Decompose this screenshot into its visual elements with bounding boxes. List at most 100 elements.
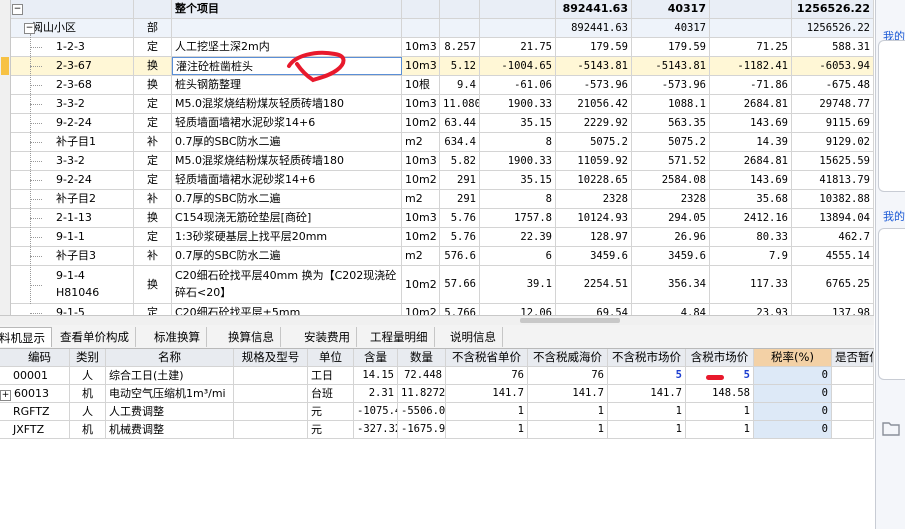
quota-row[interactable]: 3-3-2 定 M5.0混浆烧结粉煤灰轻质砖墙180 10m3 5.82 1900.33 1… xyxy=(0,152,874,171)
cell-qty[interactable]: 63.44 xyxy=(440,114,480,132)
cell-qty[interactable]: 5.12 xyxy=(440,57,480,75)
cell-qty[interactable] xyxy=(440,19,480,37)
column-header[interactable]: 不含税市场价 xyxy=(608,349,686,366)
cell-qty[interactable]: 11.0804 xyxy=(440,95,480,113)
cell-name[interactable]: C154现浇无筋砼垫层[商砼] xyxy=(172,209,402,227)
quota-row[interactable]: 9-2-24 定轻质墙面墙裙水泥砂浆14+6 10m2 63.44 35.15 2229.… xyxy=(0,114,874,133)
cell-name[interactable]: 0.7厚的SBC防水二遍 xyxy=(172,190,402,208)
resource-row[interactable]: +60013 机电动空气压缩机1m³/mi 台班 2.31 11.8272 141.7 14… xyxy=(0,385,874,403)
cell-p2[interactable]: 1 xyxy=(528,403,608,420)
column-header[interactable]: 含税市场价 xyxy=(686,349,754,366)
cell-name[interactable]: 轻质墙面墙裙水泥砂浆14+6 xyxy=(172,114,402,132)
cell-qty[interactable]: -5506.0 xyxy=(398,403,446,420)
resource-row[interactable]: 00001 人综合工日(土建) 工日 14.15 72.448 76 76 5 5 0 xyxy=(0,367,874,385)
tab-1[interactable]: 查看单价构成 xyxy=(54,327,136,347)
cell-p3[interactable]: 1 xyxy=(608,403,686,420)
cell-p4[interactable]: 1 xyxy=(686,421,754,438)
cell-name[interactable]: 0.7厚的SBC防水二遍 xyxy=(172,133,402,151)
column-header[interactable]: 编码 xyxy=(10,349,70,366)
tab-6[interactable]: 说明信息 xyxy=(444,327,503,347)
cell-name[interactable]: C20细石砼找平层40mm 换为【C202现浇砼碎石<20】 xyxy=(172,266,402,303)
cell-tax[interactable]: 0 xyxy=(754,421,832,438)
cell-name[interactable]: 1:3砂浆硬基层上找平层20mm xyxy=(172,228,402,246)
expand-plus-icon[interactable]: + xyxy=(0,390,11,401)
scrollbar-thumb[interactable] xyxy=(520,318,620,323)
cell-p3[interactable]: 141.7 xyxy=(608,385,686,402)
cell-name[interactable]: 0.7厚的SBC防水二遍 xyxy=(172,247,402,265)
cell-qty[interactable]: 8.257 xyxy=(440,38,480,56)
collapse-tree-icon[interactable]: − xyxy=(24,23,35,34)
quota-row[interactable]: 9-1-4 H81046 81020换C20细石砼找平层40mm 换为【C202… xyxy=(0,266,874,304)
cell-qty[interactable]: 5.76 xyxy=(440,209,480,227)
column-header[interactable]: 类别 xyxy=(70,349,106,366)
cell-name[interactable]: C20细石砼找平层±5mm xyxy=(172,304,402,315)
column-header[interactable]: 税率(%) xyxy=(754,349,832,366)
tab-4[interactable]: 安装费用 xyxy=(298,327,357,347)
column-header[interactable]: 规格及型号 xyxy=(234,349,308,366)
resource-row[interactable]: RGFTZ 人人工费调整元 -1075.4 -5506.0 1 1 1 1 0 xyxy=(0,403,874,421)
quota-row[interactable]: 补子目3 补 0.7厚的SBC防水二遍 m2 576.6 6 3459.6 3459.6 7.9… xyxy=(0,247,874,266)
cell-p2[interactable]: 1 xyxy=(528,421,608,438)
quota-row[interactable]: 3-3-2定M5.0混浆烧结粉煤灰轻质砖墙18010m311.08041900.… xyxy=(0,95,874,114)
cell-qty[interactable]: 291 xyxy=(440,171,480,189)
cell-qty[interactable]: 5.82 xyxy=(440,152,480,170)
cell-p1[interactable]: 76 xyxy=(446,367,528,384)
cell-tax[interactable]: 0 xyxy=(754,385,832,402)
tab-0[interactable]: 料机显示 xyxy=(0,327,52,347)
sidebar-link-2[interactable]: 我的 xyxy=(883,208,905,224)
quota-row[interactable]: 2-3-67 换灌注砼桩凿桩头 10m3 5.12 -1004.65 -5143.81 -5… xyxy=(0,57,874,76)
column-header[interactable]: 名称 xyxy=(106,349,234,366)
quota-row[interactable]: 9-1-1 定 1:3砂浆硬基层上找平层20mm 10m2 5.76 22.39 128.9… xyxy=(0,228,874,247)
cell-qty[interactable]: 5.76 xyxy=(440,228,480,246)
cell-qty[interactable]: 9.4 xyxy=(440,76,480,94)
cell-qty[interactable]: 5.766 xyxy=(440,304,480,315)
column-header[interactable]: 含量 xyxy=(354,349,398,366)
cell-name[interactable] xyxy=(172,19,402,37)
quota-row[interactable]: 1-2-3 定人工挖坚土深2m内 10m3 8.257 21.75 179.59 179.5… xyxy=(0,38,874,57)
cell-p1[interactable]: 1 xyxy=(446,403,528,420)
cell-qty[interactable]: 634.4 xyxy=(440,133,480,151)
cell-p4[interactable]: 148.58 xyxy=(686,385,754,402)
tab-2[interactable]: 标准换算 xyxy=(148,327,207,347)
cell-p1[interactable]: 1 xyxy=(446,421,528,438)
quota-row[interactable]: 2-1-13 换 C154现浇无筋砼垫层[商砼] 10m3 5.76 1757.8 1012… xyxy=(0,209,874,228)
cell-content[interactable]: -327.32 xyxy=(354,421,398,438)
cell-qty[interactable]: 576.6 xyxy=(440,247,480,265)
cell-qty[interactable]: 291 xyxy=(440,190,480,208)
cell-qty[interactable]: 57.66 xyxy=(440,266,480,303)
cell-p3[interactable]: 1 xyxy=(608,421,686,438)
column-header[interactable]: 不含税威海价 xyxy=(528,349,608,366)
tab-3[interactable]: 换算信息 xyxy=(222,327,281,347)
cell-content[interactable]: 14.15 xyxy=(354,367,398,384)
quota-row[interactable]: 2-3-68 换桩头钢筋整理 10根 9.4 -61.06 -573.96 -573.96-… xyxy=(0,76,874,95)
cell-content[interactable]: 2.31 xyxy=(354,385,398,402)
column-header[interactable]: 数量 xyxy=(398,349,446,366)
cell-p2[interactable]: 76 xyxy=(528,367,608,384)
cell-qty[interactable]: 72.448 xyxy=(398,367,446,384)
column-header[interactable]: 单位 xyxy=(308,349,354,366)
resource-row[interactable]: JXFTZ 机机械费调整元 -327.32 -1675.9 1 1 1 1 0 xyxy=(0,421,874,439)
project-group-row[interactable]: 阅山小区部 892441.63 40317 1256526.22 xyxy=(0,19,874,38)
column-header[interactable]: 不含税省单价 xyxy=(446,349,528,366)
cell-p2[interactable]: 141.7 xyxy=(528,385,608,402)
cell-tax[interactable]: 0 xyxy=(754,367,832,384)
cell-name[interactable]: 轻质墙面墙裙水泥砂浆14+6 xyxy=(172,171,402,189)
cell-p3[interactable]: 5 xyxy=(608,367,686,384)
cell-p4[interactable]: 1 xyxy=(686,403,754,420)
cell-tax[interactable]: 0 xyxy=(754,403,832,420)
quota-row[interactable]: 补子目2 补 0.7厚的SBC防水二遍 m2 291 8 2328 2328 35.68 1038… xyxy=(0,190,874,209)
column-header[interactable]: 是否暂估 xyxy=(832,349,874,366)
cell-p1[interactable]: 141.7 xyxy=(446,385,528,402)
quota-row[interactable]: 9-2-24 定轻质墙面墙裙水泥砂浆14+6 10m2 291 35.15 10228.6… xyxy=(0,171,874,190)
cell-content[interactable]: -1075.4 xyxy=(354,403,398,420)
quota-row[interactable]: 9-1-5 定 C20细石砼找平层±5mm 10m2 5.766 12.06 69.54 4.… xyxy=(0,304,874,315)
cell-qty[interactable]: 11.8272 xyxy=(398,385,446,402)
cell-qty[interactable]: -1675.9 xyxy=(398,421,446,438)
expand-minus-icon[interactable]: − xyxy=(12,4,23,15)
sidebar-card-1 xyxy=(878,40,905,192)
folder-icon[interactable] xyxy=(882,420,900,436)
quota-row[interactable]: 补子目1 补 0.7厚的SBC防水二遍 m2 634.4 8 5075.2 5075.2 14.… xyxy=(0,133,874,152)
cell-name[interactable]: M5.0混浆烧结粉煤灰轻质砖墙180 xyxy=(172,152,402,170)
tab-5[interactable]: 工程量明细 xyxy=(364,327,435,347)
cell-name[interactable]: M5.0混浆烧结粉煤灰轻质砖墙180 xyxy=(172,95,402,113)
